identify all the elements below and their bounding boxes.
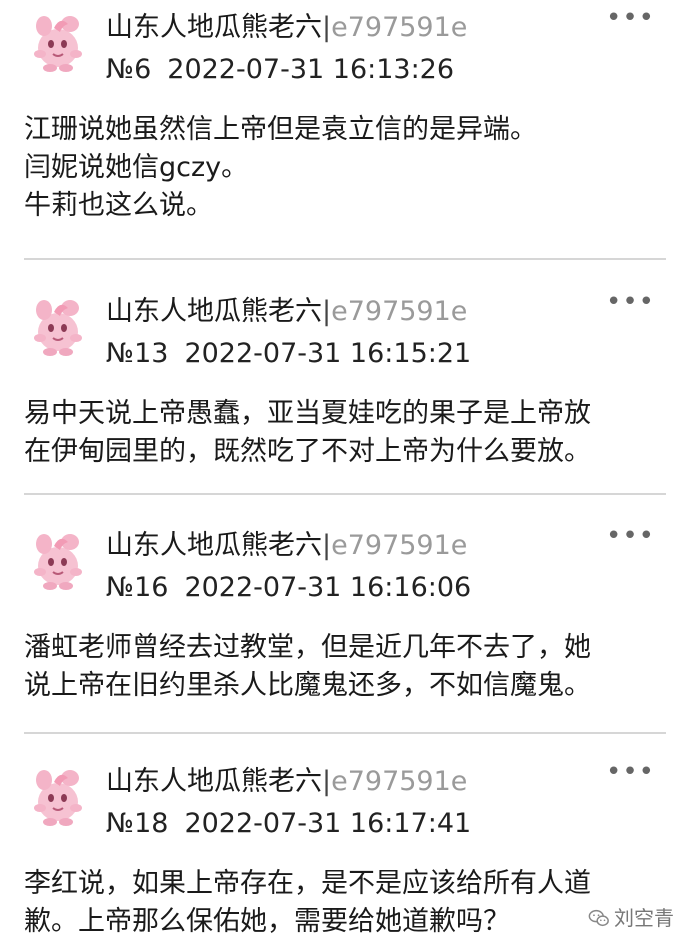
username[interactable]: 山东人地瓜熊老六 xyxy=(106,766,322,797)
post-text-line: 江珊说她虽然信上帝但是袁立信的是异端。 xyxy=(24,114,537,145)
post-body: 易中天说上帝愚蠢，亚当夏娃吃的果子是上帝放 在伊甸园里的，既然吃了不对上帝为什么… xyxy=(24,396,674,472)
post-timestamp: 2022-07-31 16:13:26 xyxy=(167,54,455,85)
watermark: 刘空青 xyxy=(588,902,674,932)
post-meta: №16 2022-07-31 16:16:06 xyxy=(106,570,471,606)
post-text-line: 易中天说上帝愚蠢，亚当夏娃吃的果子是上帝放 xyxy=(24,398,591,429)
post-text-line: 潘虹老师曾经去过教堂，但是近几年不去了，她 xyxy=(24,632,591,663)
post-meta: №18 2022-07-31 16:17:41 xyxy=(106,806,471,842)
post-username[interactable]: 山东人地瓜熊老六|e797591e xyxy=(106,10,467,46)
more-options-icon[interactable]: ••• xyxy=(606,758,654,786)
username[interactable]: 山东人地瓜熊老六 xyxy=(106,296,322,327)
post-body: 江珊说她虽然信上帝但是袁立信的是异端。 闫妮说她信gczy。 牛莉也这么说。 xyxy=(24,112,674,226)
post-text-line: 牛莉也这么说。 xyxy=(24,190,213,221)
floor-number: №16 xyxy=(106,572,169,603)
more-options-icon[interactable]: ••• xyxy=(606,288,654,316)
post-meta: №6 2022-07-31 16:13:26 xyxy=(106,52,454,88)
username-separator: | xyxy=(322,766,332,797)
post-body: 潘虹老师曾经去过教堂，但是近几年不去了，她 说上帝在旧约里杀人比魔鬼还多，不如信… xyxy=(24,630,674,706)
avatar[interactable] xyxy=(26,764,90,828)
post-text-line: 说上帝在旧约里杀人比魔鬼还多，不如信魔鬼。 xyxy=(24,670,591,701)
avatar[interactable] xyxy=(26,528,90,592)
floor-number: №6 xyxy=(106,54,152,85)
avatar[interactable] xyxy=(26,10,90,74)
post-timestamp: 2022-07-31 16:17:41 xyxy=(184,808,472,839)
post-divider xyxy=(24,732,666,734)
post-body: 李红说，如果上帝存在，是不是应该给所有人道 歉。上帝那么保佑她，需要给她道歉吗？ xyxy=(24,866,674,942)
post-meta: №13 2022-07-31 16:15:21 xyxy=(106,336,471,372)
post-divider xyxy=(24,258,666,260)
post-timestamp: 2022-07-31 16:16:06 xyxy=(184,572,472,603)
username-separator: | xyxy=(322,530,332,561)
username[interactable]: 山东人地瓜熊老六 xyxy=(106,530,322,561)
watermark-text: 刘空青 xyxy=(614,906,674,930)
floor-number: №13 xyxy=(106,338,169,369)
post-text-line: 在伊甸园里的，既然吃了不对上帝为什么要放。 xyxy=(24,436,591,467)
post-text-line: 李红说，如果上帝存在，是不是应该给所有人道 xyxy=(24,868,591,899)
user-id: e797591e xyxy=(331,296,468,327)
post-username[interactable]: 山东人地瓜熊老六|e797591e xyxy=(106,294,467,330)
username[interactable]: 山东人地瓜熊老六 xyxy=(106,12,322,43)
user-id: e797591e xyxy=(331,766,468,797)
post-divider xyxy=(24,493,666,495)
post-username[interactable]: 山东人地瓜熊老六|e797591e xyxy=(106,764,467,800)
floor-number: №18 xyxy=(106,808,169,839)
post-timestamp: 2022-07-31 16:15:21 xyxy=(184,338,472,369)
username-separator: | xyxy=(322,296,332,327)
user-id: e797591e xyxy=(331,12,468,43)
user-id: e797591e xyxy=(331,530,468,561)
avatar[interactable] xyxy=(26,294,90,358)
post-text-line: 歉。上帝那么保佑她，需要给她道歉吗？ xyxy=(24,906,510,937)
more-options-icon[interactable]: ••• xyxy=(606,522,654,550)
wechat-icon xyxy=(588,909,609,927)
post-text-line: 闫妮说她信gczy。 xyxy=(24,152,249,183)
post-username[interactable]: 山东人地瓜熊老六|e797591e xyxy=(106,528,467,564)
username-separator: | xyxy=(322,12,332,43)
more-options-icon[interactable]: ••• xyxy=(606,4,654,32)
